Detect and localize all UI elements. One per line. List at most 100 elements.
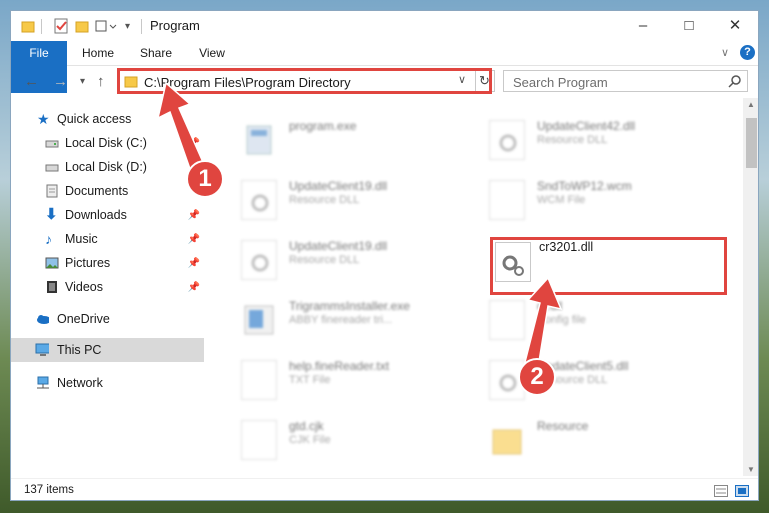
sidebar-item-local-disk-c[interactable]: Local Disk (C:) 📌 <box>11 131 204 155</box>
file-item[interactable]: qt.dll Config file <box>489 296 719 348</box>
pictures-icon <box>45 257 59 269</box>
pin-icon: 📌 <box>187 233 200 245</box>
file-item[interactable]: gtd.cjk CJK File <box>241 416 471 468</box>
title-bar: ▾ Program – □ ✕ <box>11 11 758 41</box>
file-highlight <box>490 237 727 295</box>
scroll-up-icon[interactable]: ▲ <box>747 100 755 109</box>
folder-icon[interactable] <box>21 19 35 33</box>
search-icon <box>728 75 741 88</box>
blank-file-icon <box>241 420 277 460</box>
sidebar-item-label: This PC <box>57 343 102 357</box>
file-type: Resource DLL <box>537 134 608 146</box>
sidebar-item-quick-access[interactable]: ★ Quick access <box>11 107 204 131</box>
sidebar-item-this-pc[interactable]: This PC <box>11 338 204 362</box>
minimize-button[interactable]: – <box>620 11 666 41</box>
drive-icon <box>45 140 59 148</box>
forward-button[interactable]: → <box>53 73 68 90</box>
file-name: UpdateClient42.dll <box>537 119 636 133</box>
properties-icon[interactable] <box>53 18 69 34</box>
sidebar-item-label: OneDrive <box>57 312 110 326</box>
file-name: qt.dll <box>537 299 563 313</box>
cloud-icon <box>37 315 49 324</box>
videos-icon <box>47 281 57 293</box>
pin-icon: 📌 <box>187 281 200 293</box>
tab-view[interactable]: View <box>187 41 237 65</box>
file-name: UpdateClient19.dll <box>289 179 388 193</box>
view-icon[interactable] <box>95 18 117 34</box>
sidebar-item-label: Network <box>57 376 103 390</box>
sidebar-item-label: Music <box>65 232 98 246</box>
sidebar-item-network[interactable]: Network <box>11 371 204 395</box>
computer-icon <box>35 343 49 356</box>
close-button[interactable]: ✕ <box>712 11 758 41</box>
sidebar-item-onedrive[interactable]: OneDrive <box>11 307 204 331</box>
up-button[interactable]: ↑ <box>97 73 105 90</box>
file-name: Resource <box>537 419 589 433</box>
details-view-icon[interactable] <box>714 485 728 497</box>
status-bar: 137 items <box>11 478 758 500</box>
file-item[interactable]: program.exe <box>241 116 471 168</box>
vertical-scrollbar[interactable]: ▲ ▼ <box>743 98 758 476</box>
sidebar-item-label: Downloads <box>65 208 127 222</box>
file-item[interactable]: UpdateClient42.dll Resource DLL <box>489 116 719 168</box>
maximize-button[interactable]: □ <box>666 11 712 41</box>
dll-file-icon <box>489 120 525 160</box>
address-row: ← → ▾ ↑ C:\Program Files\Program Directo… <box>11 66 758 98</box>
file-item[interactable]: TrigrammsInstaller.exe ABBY finereader t… <box>241 296 471 348</box>
sidebar-item-documents[interactable]: Documents <box>11 179 204 203</box>
sidebar-item-downloads[interactable]: ⬇ Downloads 📌 <box>11 203 204 227</box>
dll-file-icon <box>241 240 277 280</box>
file-item[interactable]: help.fineReader.txt TXT File <box>241 356 471 408</box>
pin-icon: 📌 <box>187 257 200 269</box>
sidebar-item-pictures[interactable]: Pictures 📌 <box>11 251 204 275</box>
sidebar-item-label: Local Disk (D:) <box>65 160 147 174</box>
file-name: help.fineReader.txt <box>289 359 390 373</box>
file-item[interactable]: Resource <box>489 416 719 468</box>
text-file-icon <box>241 360 277 400</box>
sidebar-item-label: Pictures <box>65 256 111 270</box>
scroll-thumb[interactable] <box>746 118 757 168</box>
file-name: TrigrammsInstaller.exe <box>289 299 410 313</box>
drive-icon <box>45 164 59 172</box>
tab-share[interactable]: Share <box>131 41 181 65</box>
sidebar-item-videos[interactable]: Videos 📌 <box>11 275 204 299</box>
file-type: Config file <box>537 314 586 326</box>
new-folder-icon[interactable] <box>75 18 89 34</box>
blank-file-icon <box>489 300 525 340</box>
sidebar-item-label: Quick access <box>57 112 132 126</box>
blank-file-icon <box>489 180 525 220</box>
ribbon-tabs: File Home Share View ∨ ? <box>11 41 758 93</box>
download-icon: ⬇ <box>45 206 58 223</box>
search-input[interactable]: Search Program <box>503 70 748 92</box>
network-icon <box>37 376 49 389</box>
star-icon: ★ <box>37 111 50 127</box>
chevron-down-icon[interactable]: ∨ <box>721 46 729 59</box>
large-icons-view-icon[interactable] <box>735 485 749 497</box>
file-type: TXT File <box>289 374 331 386</box>
tab-home[interactable]: Home <box>73 41 123 65</box>
sidebar-item-label: Documents <box>65 184 129 198</box>
file-item[interactable]: SndToWP12.wcm WCM File <box>489 176 719 228</box>
installer-icon <box>244 305 274 335</box>
file-type: Resource DLL <box>289 254 360 266</box>
file-type: ABBY finereader tri... <box>289 314 393 326</box>
navigation-pane: ★ Quick access Local Disk (C:) 📌 Local D… <box>11 98 204 476</box>
dll-file-icon <box>241 180 277 220</box>
file-list: program.exe UpdateClient42.dll Resource … <box>207 98 743 476</box>
back-button[interactable]: ← <box>24 73 39 90</box>
recent-locations-button[interactable]: ▾ <box>80 76 85 87</box>
file-name: gtd.cjk <box>289 419 324 433</box>
quick-access-toolbar <box>21 18 35 34</box>
file-name: program.exe <box>289 119 357 133</box>
exe-file-icon <box>246 125 272 155</box>
sidebar-item-music[interactable]: ♪ Music 📌 <box>11 227 204 251</box>
help-icon[interactable]: ? <box>740 45 755 60</box>
scroll-down-icon[interactable]: ▼ <box>747 465 755 474</box>
file-item[interactable]: UpdateClient19.dll Resource DLL <box>241 176 471 228</box>
file-item[interactable]: UpdateClient19.dll Resource DLL <box>241 236 471 288</box>
customize-qa-icon[interactable]: ▾ <box>125 18 130 34</box>
file-type: Resource DLL <box>289 194 360 206</box>
callout-badge-1: 1 <box>186 160 224 198</box>
sidebar-item-label: Videos <box>65 280 103 294</box>
sidebar-item-local-disk-d[interactable]: Local Disk (D:) <box>11 155 204 179</box>
